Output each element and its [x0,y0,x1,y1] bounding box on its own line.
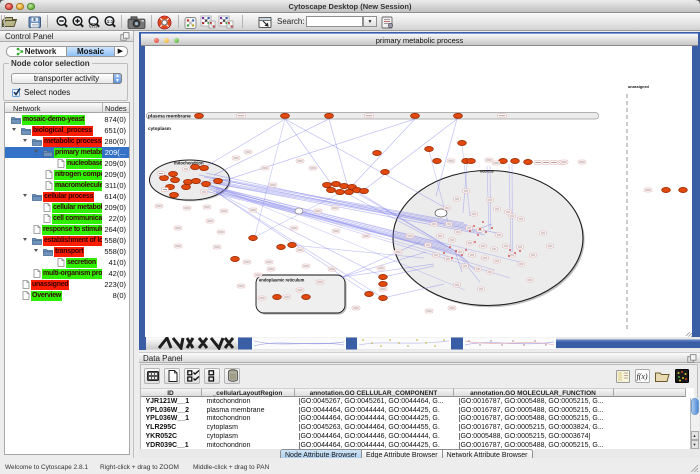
svg-text:1:1: 1:1 [107,19,114,24]
svg-text:plasma membrane: plasma membrane [148,114,191,120]
svg-text:unassigned: unassigned [628,85,650,89]
svg-text:cytoplasm: cytoplasm [148,126,171,131]
svg-text:mitochondrion: mitochondrion [174,161,204,166]
svg-text:endoplasmic reticulum: endoplasmic reticulum [259,278,305,283]
svg-text:nucleus: nucleus [480,170,494,174]
